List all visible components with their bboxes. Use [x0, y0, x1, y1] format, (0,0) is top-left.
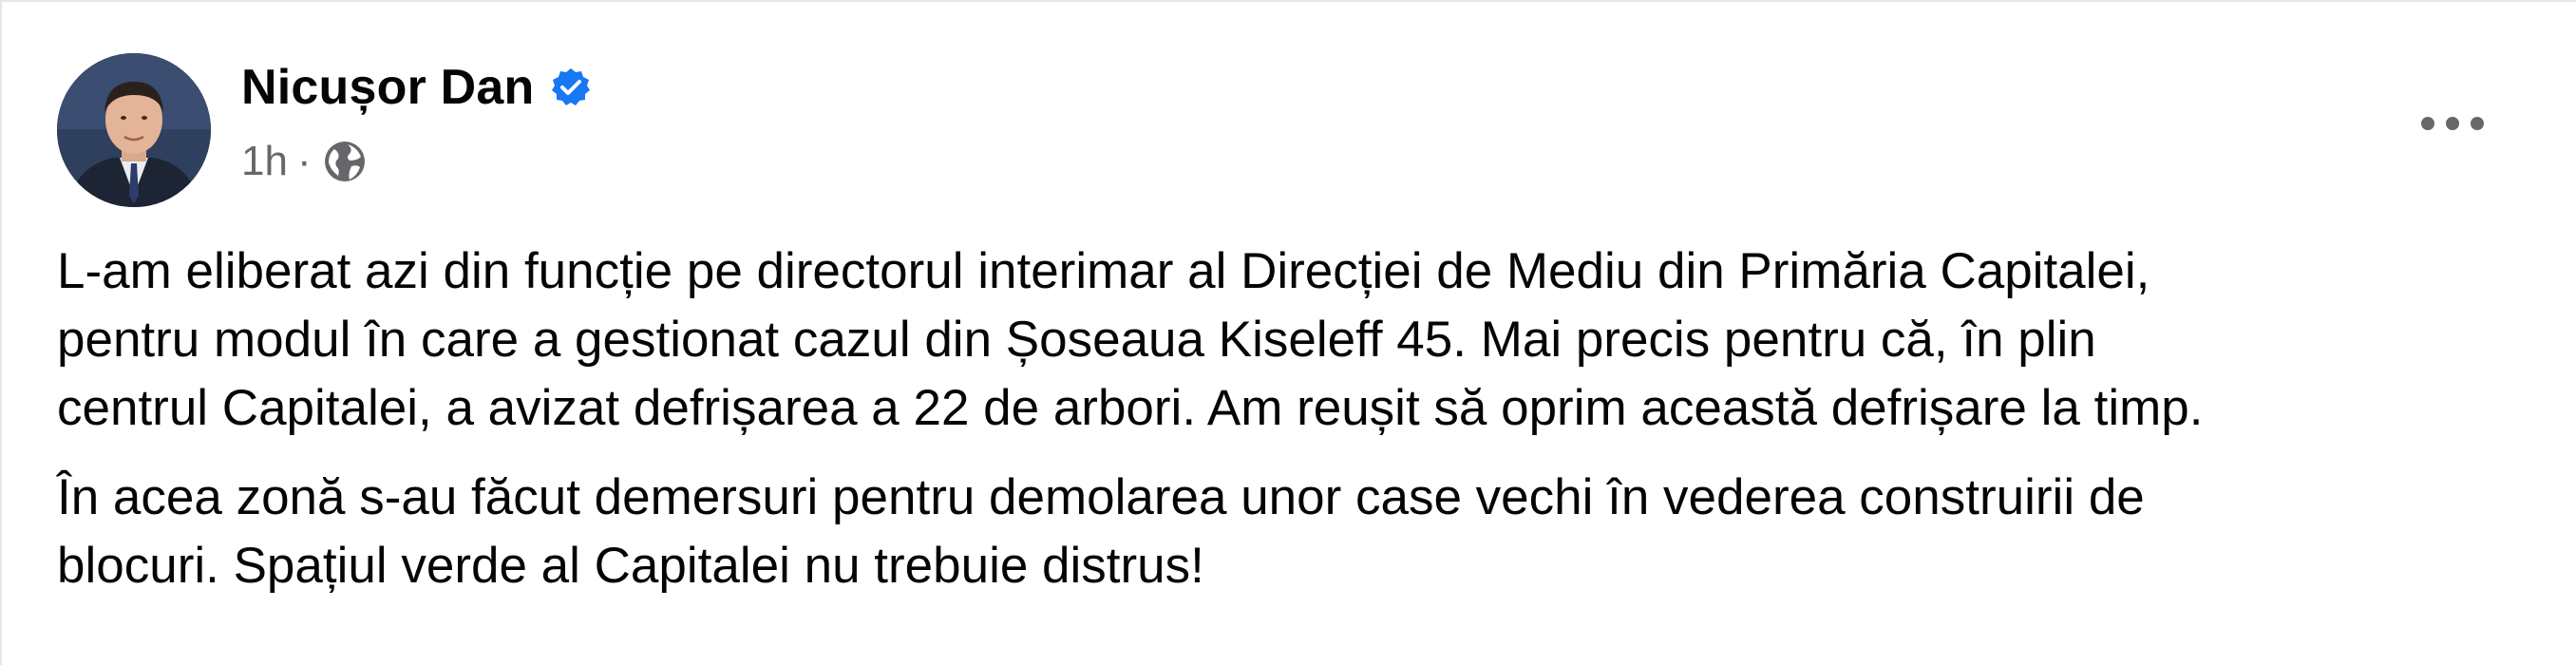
more-options-icon: [2421, 117, 2484, 130]
text-line: pentru modul în care a gestionat cazul d…: [57, 312, 2096, 368]
verified-badge-icon: [550, 66, 592, 108]
more-options-button[interactable]: [2405, 95, 2500, 152]
text-line: blocuri. Spațiul verde al Capitalei nu t…: [57, 538, 1204, 594]
text-line: L-am eliberat azi din funcție pe directo…: [57, 243, 2150, 299]
author-avatar[interactable]: [57, 53, 211, 207]
person-portrait-icon: [57, 53, 211, 207]
text-line: centrul Capitalei, a avizat defrișarea a…: [57, 380, 2204, 436]
post-text: L-am eliberat azi din funcție pe directo…: [57, 238, 2546, 621]
author-name[interactable]: Nicușor Dan: [241, 59, 535, 116]
meta-separator: ·: [296, 138, 312, 184]
post-paragraph: L-am eliberat azi din funcție pe directo…: [57, 238, 2546, 443]
post-meta: 1h ·: [241, 135, 369, 188]
post-paragraph: În acea zonă s-au făcut demersuri pentru…: [57, 464, 2546, 600]
post-card: Nicușor Dan 1h · L-am eliberat azi din f…: [0, 0, 2576, 665]
globe-icon[interactable]: [321, 138, 369, 185]
author-row: Nicușor Dan: [241, 57, 592, 118]
post-timestamp[interactable]: 1h: [241, 138, 288, 185]
text-line: În acea zonă s-au făcut demersuri pentru…: [57, 469, 2145, 525]
